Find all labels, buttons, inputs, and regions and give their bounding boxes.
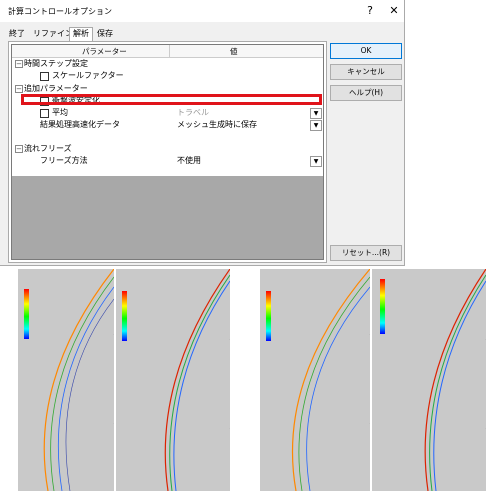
simulation-image-4	[372, 269, 486, 491]
simulation-image-3	[260, 269, 370, 491]
grid-header: パラメーター 値	[12, 45, 323, 58]
row-label: 平均	[52, 108, 68, 117]
row-label: 流れフリーズ	[24, 144, 72, 153]
grid-row-result-acceleration[interactable]: 結果処理高速化データ メッシュ生成時に保存 ▼	[12, 119, 323, 131]
help-icon[interactable]: ?	[360, 3, 380, 19]
collapse-icon[interactable]: −	[15, 145, 23, 153]
contour-plot-1	[24, 269, 114, 491]
column-header-value: 値	[230, 47, 238, 56]
chevron-down-icon[interactable]: ▼	[310, 108, 322, 119]
collapse-icon[interactable]: −	[15, 85, 23, 93]
average-value: トラベル	[177, 108, 209, 117]
empty-grid-area	[12, 176, 323, 259]
grid-row-scale-factor[interactable]: スケールファクター	[12, 70, 323, 82]
chevron-down-icon[interactable]: ▼	[310, 120, 322, 131]
title-bar: 計算コントロールオプション ? ✕	[0, 0, 404, 22]
row-label: フリーズ方法	[40, 156, 88, 165]
contour-plot-2	[122, 269, 230, 491]
result-acceleration-value: メッシュ生成時に保存	[177, 120, 257, 129]
dialog-title: 計算コントロールオプション	[8, 7, 112, 16]
row-label: 結果処理高速化データ	[40, 120, 120, 129]
chevron-down-icon[interactable]: ▼	[310, 156, 322, 167]
help-button[interactable]: ヘルプ(H)	[330, 85, 402, 101]
column-header-parameter: パラメーター	[82, 47, 127, 56]
simulation-image-1	[18, 269, 114, 491]
simulation-image-2	[116, 269, 230, 491]
parameter-grid: パラメーター 値 − 時間ステップ設定 スケールファクター − 追加パラメーター…	[11, 44, 324, 260]
grid-row-time-step[interactable]: − 時間ステップ設定	[12, 58, 323, 70]
contour-plot-3	[266, 269, 370, 491]
grid-row-freeze-method[interactable]: フリーズ方法 不使用 ▼	[12, 155, 323, 167]
grid-row-average[interactable]: 平均 トラベル ▼	[12, 107, 323, 119]
collapse-icon[interactable]: −	[15, 60, 23, 68]
grid-row-flow-freeze[interactable]: − 流れフリーズ	[12, 143, 323, 155]
freeze-method-value: 不使用	[177, 156, 201, 165]
reset-button[interactable]: リセット...(R)	[330, 245, 402, 261]
cancel-button[interactable]: キャンセル	[330, 64, 402, 80]
contour-plot-4	[380, 269, 486, 491]
ok-button[interactable]: OK	[330, 43, 402, 59]
row-label: スケールファクター	[52, 71, 124, 80]
tab-solving[interactable]: 解析	[69, 27, 93, 42]
average-checkbox[interactable]	[40, 109, 49, 118]
highlight-box	[21, 94, 322, 105]
calculation-control-dialog: 計算コントロールオプション ? ✕ 終了 リファイン 解析 保存 パラメーター …	[0, 0, 405, 266]
close-icon[interactable]: ✕	[384, 3, 404, 19]
row-label: 時間ステップ設定	[24, 59, 88, 68]
tab-saving[interactable]: 保存	[94, 28, 116, 40]
scale-factor-checkbox[interactable]	[40, 72, 49, 81]
tab-finish[interactable]: 終了	[6, 28, 28, 40]
